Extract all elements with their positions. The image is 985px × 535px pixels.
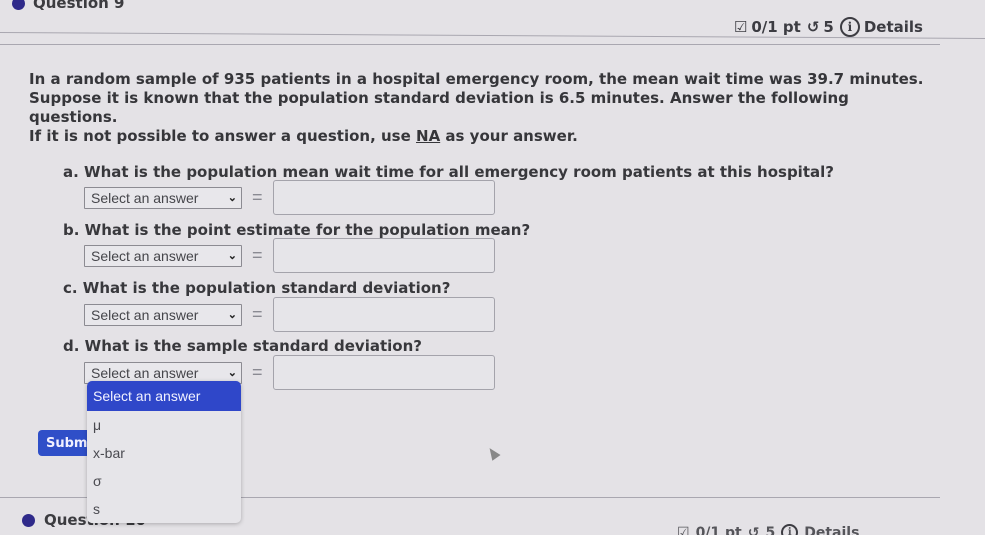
question-status-bullet-icon xyxy=(22,513,35,527)
next-attempts-value: 5 xyxy=(765,524,776,535)
part-b-symbol-select[interactable]: Select an answer ⌄ xyxy=(84,244,242,267)
next-question-meta: ☑ 0/1 pt ↺ 5 i Details xyxy=(677,524,859,535)
info-icon: i xyxy=(781,524,799,535)
meta-divider xyxy=(0,44,940,45)
part-b-value-input[interactable] xyxy=(272,238,495,273)
info-icon: i xyxy=(839,17,860,37)
select-value: Select an answer xyxy=(91,306,199,323)
mouse-cursor-icon xyxy=(485,445,501,461)
equals-sign: = xyxy=(252,187,263,207)
intro-line-2: Suppose it is known that the population … xyxy=(29,89,849,126)
homework-page: Question 9 ☑ 0/1 pt ↺ 5 i Details In a r… xyxy=(0,0,985,535)
part-c-answer-row: Select an answer ⌄ = xyxy=(84,297,495,332)
select-value: Select an answer xyxy=(91,189,199,206)
part-b-answer-row: Select an answer ⌄ = xyxy=(84,238,495,273)
select-value: Select an answer xyxy=(91,364,199,381)
part-c-symbol-select[interactable]: Select an answer ⌄ xyxy=(84,303,242,326)
score-value: 0/1 pt xyxy=(751,18,801,36)
chevron-down-icon: ⌄ xyxy=(227,367,237,379)
equals-sign: = xyxy=(252,304,263,324)
question-status-bullet-icon xyxy=(12,0,25,10)
checkbox-icon: ☑ xyxy=(677,524,690,535)
part-a-answer-row: Select an answer ⌄ = xyxy=(84,180,495,215)
question-title: Question 9 xyxy=(33,0,125,12)
checkbox-icon: ☑ xyxy=(733,18,748,36)
part-d-label: d. What is the sample standard deviation… xyxy=(63,337,422,355)
part-a-value-input[interactable] xyxy=(272,180,495,215)
dropdown-option-s[interactable]: s xyxy=(87,495,241,523)
part-b-label: b. What is the point estimate for the po… xyxy=(63,221,531,239)
intro-line-3: If it is not possible to answer a questi… xyxy=(29,127,929,146)
retry-icon: ↺ xyxy=(747,524,760,535)
attempts-value: 5 xyxy=(823,18,834,36)
part-c-label: c. What is the population standard devia… xyxy=(63,279,451,297)
dropdown-option-mu[interactable]: μ xyxy=(87,411,241,439)
part-a-label: a. What is the population mean wait time… xyxy=(63,163,834,181)
intro-line-1: In a random sample of 935 patients in a … xyxy=(29,70,924,88)
equals-sign: = xyxy=(252,245,263,265)
chevron-down-icon: ⌄ xyxy=(227,309,237,321)
dropdown-option-sigma[interactable]: σ xyxy=(87,467,241,495)
part-a-symbol-select[interactable]: Select an answer ⌄ xyxy=(84,186,242,209)
attempts: ↺ 5 xyxy=(807,18,834,36)
symbol-dropdown-menu: Select an answer μ x-bar σ s xyxy=(87,381,241,523)
chevron-down-icon: ⌄ xyxy=(227,192,237,204)
question-intro: In a random sample of 935 patients in a … xyxy=(29,70,929,146)
dropdown-option-x-bar[interactable]: x-bar xyxy=(87,439,241,467)
question-header: Question 9 xyxy=(12,0,125,12)
intro-line-3-text: If it is not possible to answer a questi… xyxy=(29,127,417,145)
select-value: Select an answer xyxy=(91,247,199,264)
part-d-value-input[interactable] xyxy=(272,355,495,390)
next-score-value: 0/1 pt xyxy=(695,524,742,535)
score: ☑ 0/1 pt xyxy=(734,18,801,36)
dropdown-option-placeholder[interactable]: Select an answer xyxy=(87,381,241,411)
chevron-down-icon: ⌄ xyxy=(227,250,237,262)
intro-line-3-end: as your answer. xyxy=(440,127,578,145)
retry-icon: ↺ xyxy=(806,18,820,36)
details-label: Details xyxy=(863,18,923,36)
question-meta: ☑ 0/1 pt ↺ 5 i Details xyxy=(734,17,923,37)
equals-sign: = xyxy=(252,362,263,382)
details-link[interactable]: i Details xyxy=(839,17,923,37)
na-term: NA xyxy=(416,127,441,145)
next-details-link[interactable]: Details xyxy=(804,525,859,535)
part-c-value-input[interactable] xyxy=(272,297,495,332)
